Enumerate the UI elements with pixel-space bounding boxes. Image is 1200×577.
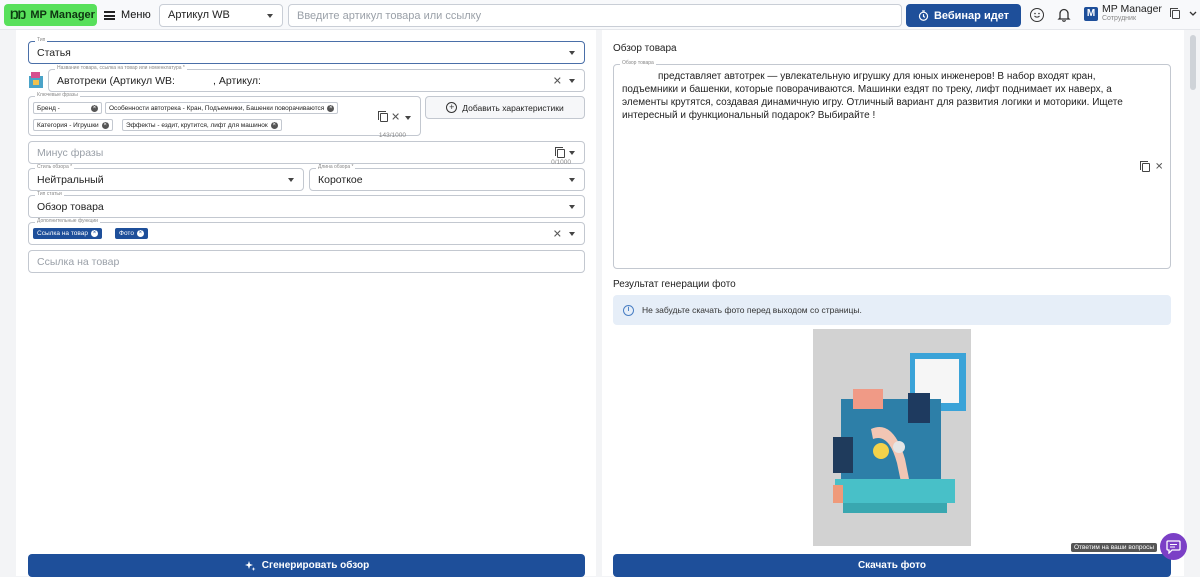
product-thumbnail <box>28 70 44 90</box>
clear-icon[interactable]: ✕ <box>553 74 562 87</box>
review-length-select[interactable]: Длина обзора * Короткое <box>309 164 585 191</box>
keyword-chip[interactable]: Особенности автотрека - Кран, Подъемники… <box>105 102 339 114</box>
product-input[interactable]: Название товара, ссылка на товар или ном… <box>48 65 585 92</box>
chat-icon <box>1166 539 1181 554</box>
generated-photo <box>813 329 971 546</box>
review-textarea[interactable]: Обзор товара представляет автотрек — увл… <box>613 60 1171 269</box>
generate-review-label: Сгенерировать обзор <box>261 560 370 571</box>
function-chip[interactable]: Фото × <box>115 228 148 239</box>
top-bar: ŊŊ MP Manager Меню Артикул WB Введите ар… <box>0 0 1200 30</box>
chevron-down-icon <box>569 231 575 236</box>
product-link-placeholder: Ссылка на товар <box>37 255 120 268</box>
chevron-down-icon <box>405 116 411 120</box>
copy-icon[interactable] <box>1169 8 1180 19</box>
chevron-down-icon <box>267 14 273 18</box>
search-type-select[interactable]: Артикул WB <box>159 4 283 27</box>
plus-circle-icon: + <box>446 102 458 113</box>
keywords-field[interactable]: Ключевые фразы Бренд - × Особенности авто… <box>28 92 421 139</box>
function-chip[interactable]: Ссылка на товар × <box>33 228 102 239</box>
type-label: Тип <box>35 37 48 43</box>
download-photo-label: Скачать фото <box>857 560 927 571</box>
chevron-down-icon[interactable] <box>1189 11 1197 17</box>
chevron-down-icon <box>569 150 575 155</box>
webinar-button[interactable]: Вебинар идет <box>906 4 1021 27</box>
minus-phrases-input[interactable]: Минус фразы 0/1000 <box>28 141 585 166</box>
remove-chip-icon[interactable]: × <box>91 104 98 112</box>
user-role: Сотрудник <box>1102 15 1137 22</box>
app-logo[interactable]: ŊŊ MP Manager <box>4 4 97 26</box>
add-characteristics-label: Добавить характеристики <box>462 102 564 113</box>
add-characteristics-button[interactable]: + Добавить характеристики <box>425 96 585 119</box>
user-profile[interactable]: M MP Manager Сотрудник <box>1084 4 1197 23</box>
product-link-input[interactable]: Ссылка на товар <box>28 250 585 273</box>
stopwatch-icon <box>918 10 929 21</box>
remove-chip-icon[interactable]: × <box>270 121 278 129</box>
extra-functions-select[interactable]: Дополнительные функции Ссылка на товар × … <box>28 218 585 245</box>
remove-chip-icon[interactable]: × <box>327 104 335 112</box>
clear-icon[interactable]: ✕ <box>1155 162 1163 173</box>
avatar: M <box>1084 6 1098 21</box>
review-text: представляет автотрек — увлекательную иг… <box>622 71 1123 121</box>
article-type-value: Обзор товара <box>37 200 104 213</box>
copy-icon[interactable] <box>555 147 565 158</box>
smile-icon[interactable] <box>1030 8 1044 22</box>
clear-icon[interactable]: ✕ <box>553 227 562 240</box>
chat-tooltip: Ответим на ваши вопросы <box>1071 543 1158 552</box>
info-icon: i <box>623 304 634 316</box>
chevron-down-icon <box>288 177 294 182</box>
menu-label: Меню <box>121 9 151 21</box>
search-type-value: Артикул WB <box>168 9 230 21</box>
info-text: Не забудьте скачать фото перед выходом с… <box>642 305 862 315</box>
clear-icon[interactable]: ✕ <box>391 111 400 124</box>
chat-button[interactable] <box>1160 533 1187 560</box>
keywords-label: Ключевые фразы <box>35 92 80 98</box>
logo-text: MP Manager <box>30 9 95 21</box>
info-banner: i Не забудьте скачать фото перед выходом… <box>613 295 1171 325</box>
chevron-down-icon <box>569 177 575 182</box>
minus-phrases-placeholder: Минус фразы <box>37 146 104 159</box>
user-name: MP Manager <box>1102 3 1162 15</box>
remove-chip-icon[interactable]: × <box>101 121 109 129</box>
keyword-chip[interactable]: Категория - Игрушки × <box>33 119 113 131</box>
product-value: Автотреки (Артикул WB: <box>57 74 175 87</box>
sparkle-icon <box>244 560 256 571</box>
article-type-select[interactable]: Тип статьи Обзор товара <box>28 191 585 218</box>
review-length-value: Короткое <box>318 173 363 186</box>
download-photo-button[interactable]: Скачать фото <box>613 554 1171 577</box>
remove-chip-icon[interactable]: × <box>90 230 98 237</box>
type-value: Статья <box>37 46 71 59</box>
review-textarea-label: Обзор товара <box>620 60 656 66</box>
bell-icon[interactable] <box>1057 7 1071 22</box>
product-value-article: , Артикул: <box>213 74 261 87</box>
photo-result-title: Результат генерации фото <box>613 279 736 290</box>
scrollbar[interactable] <box>1190 35 1196 90</box>
review-style-value: Нейтральный <box>37 173 104 186</box>
product-label: Название товара, ссылка на товар или ном… <box>55 65 187 71</box>
search-placeholder: Введите артикул товара или ссылку <box>297 10 482 22</box>
copy-icon[interactable] <box>378 111 388 122</box>
remove-chip-icon[interactable]: × <box>136 230 144 237</box>
copy-icon[interactable] <box>1140 161 1150 172</box>
hamburger-icon <box>104 10 115 20</box>
webinar-label: Вебинар идет <box>933 9 1010 22</box>
generate-review-button[interactable]: Сгенерировать обзор <box>28 554 585 577</box>
search-input[interactable]: Введите артикул товара или ссылку <box>288 4 902 27</box>
review-length-label: Длина обзора * <box>316 164 356 170</box>
extra-functions-label: Дополнительные функции <box>35 218 100 224</box>
type-select[interactable]: Тип Статья <box>28 37 585 64</box>
menu-button[interactable]: Меню <box>104 6 151 24</box>
article-type-label: Тип статьи <box>35 191 64 197</box>
chevron-down-icon <box>569 204 575 209</box>
keywords-counter: 143/1000 <box>378 132 406 139</box>
chevron-down-icon <box>569 50 575 55</box>
review-style-label: Стиль обзора * <box>35 164 75 170</box>
review-section-title: Обзор товара <box>613 43 677 54</box>
keyword-chip[interactable]: Эффекты - ездит, крутится, лифт для маши… <box>122 119 282 131</box>
logo-mark-icon: ŊŊ <box>10 8 26 22</box>
chevron-down-icon <box>569 78 575 83</box>
review-style-select[interactable]: Стиль обзора * Нейтральный <box>28 164 304 191</box>
minus-counter: 0/1000 <box>551 159 571 166</box>
keyword-chip[interactable]: Бренд - × <box>33 102 102 114</box>
